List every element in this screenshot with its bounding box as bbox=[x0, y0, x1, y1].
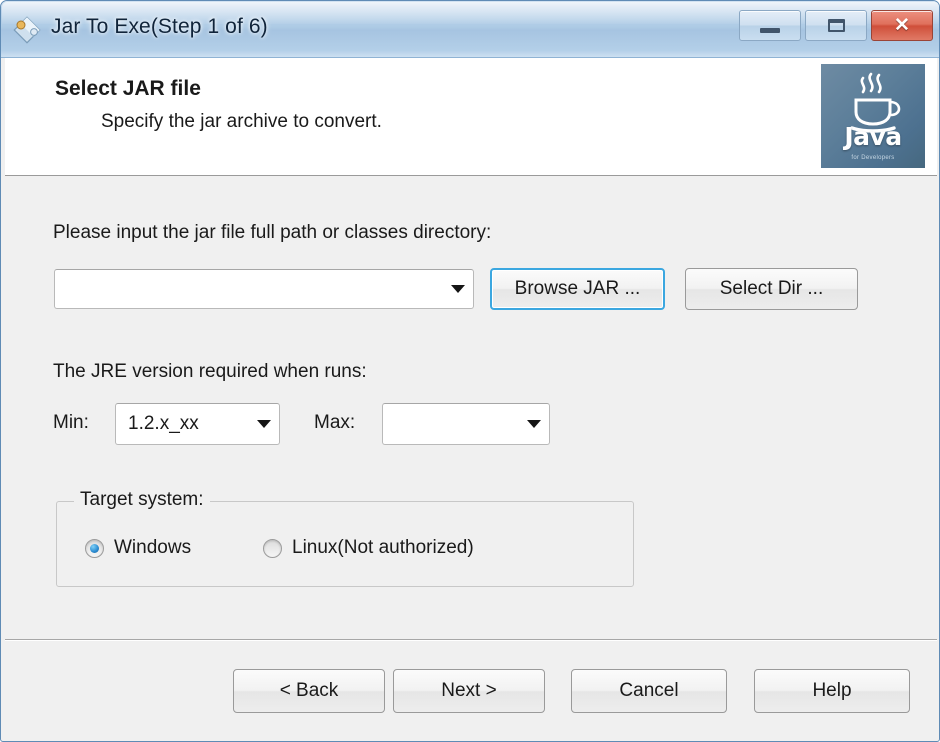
page-subtitle: Specify the jar archive to convert. bbox=[101, 111, 382, 132]
help-button[interactable]: Help bbox=[754, 669, 910, 713]
window-controls: ✕ bbox=[739, 10, 933, 41]
cancel-button[interactable]: Cancel bbox=[571, 669, 727, 713]
chevron-down-icon bbox=[257, 420, 271, 428]
java-logo-tagline: for Developers bbox=[851, 155, 895, 161]
maximize-icon bbox=[827, 19, 845, 32]
wizard-header: Select JAR file Specify the jar archive … bbox=[5, 58, 937, 176]
minimize-button[interactable] bbox=[739, 10, 801, 41]
max-label: Max: bbox=[314, 412, 356, 433]
radio-windows-icon[interactable] bbox=[85, 538, 104, 558]
close-icon: ✕ bbox=[894, 15, 910, 36]
java-logo: Java for Developers bbox=[821, 64, 925, 168]
radio-option-windows[interactable]: Windows bbox=[85, 537, 191, 559]
chevron-down-icon bbox=[451, 285, 465, 293]
window-title: Jar To Exe(Step 1 of 6) bbox=[51, 15, 268, 38]
title-bar[interactable]: Jar To Exe(Step 1 of 6) ✕ bbox=[1, 1, 939, 58]
min-jre-dropdown-button[interactable] bbox=[249, 420, 279, 428]
min-label: Min: bbox=[53, 412, 89, 433]
jre-version-label: The JRE version required when runs: bbox=[53, 361, 367, 382]
back-button[interactable]: < Back bbox=[233, 669, 385, 713]
max-jre-combobox[interactable] bbox=[382, 403, 550, 445]
close-button[interactable]: ✕ bbox=[871, 10, 933, 41]
min-jre-value[interactable]: 1.2.x_xx bbox=[116, 413, 249, 435]
jar-path-dropdown-button[interactable] bbox=[443, 285, 473, 293]
java-logo-word: Java bbox=[844, 122, 902, 151]
page-title: Select JAR file bbox=[55, 77, 201, 100]
radio-linux-icon[interactable] bbox=[263, 538, 282, 558]
min-jre-combobox[interactable]: 1.2.x_xx bbox=[115, 403, 280, 445]
target-system-group-title: Target system: bbox=[74, 489, 210, 511]
browse-jar-button[interactable]: Browse JAR ... bbox=[490, 268, 665, 310]
minimize-icon bbox=[760, 28, 780, 33]
maximize-button[interactable] bbox=[805, 10, 867, 41]
target-system-groupbox: Target system: Windows Linux(Not authori… bbox=[56, 489, 634, 587]
radio-linux-label: Linux(Not authorized) bbox=[292, 537, 474, 558]
jar-to-exe-icon[interactable] bbox=[12, 15, 42, 45]
next-button[interactable]: Next > bbox=[393, 669, 545, 713]
radio-option-linux[interactable]: Linux(Not authorized) bbox=[263, 537, 474, 559]
max-jre-dropdown-button[interactable] bbox=[519, 420, 549, 428]
chevron-down-icon bbox=[527, 420, 541, 428]
jar-to-exe-window: Jar To Exe(Step 1 of 6) ✕ Select JAR fil… bbox=[0, 0, 940, 742]
jar-path-combobox[interactable] bbox=[54, 269, 474, 309]
radio-windows-label: Windows bbox=[114, 537, 192, 558]
jar-path-label: Please input the jar file full path or c… bbox=[53, 222, 492, 243]
select-dir-button[interactable]: Select Dir ... bbox=[685, 268, 858, 310]
